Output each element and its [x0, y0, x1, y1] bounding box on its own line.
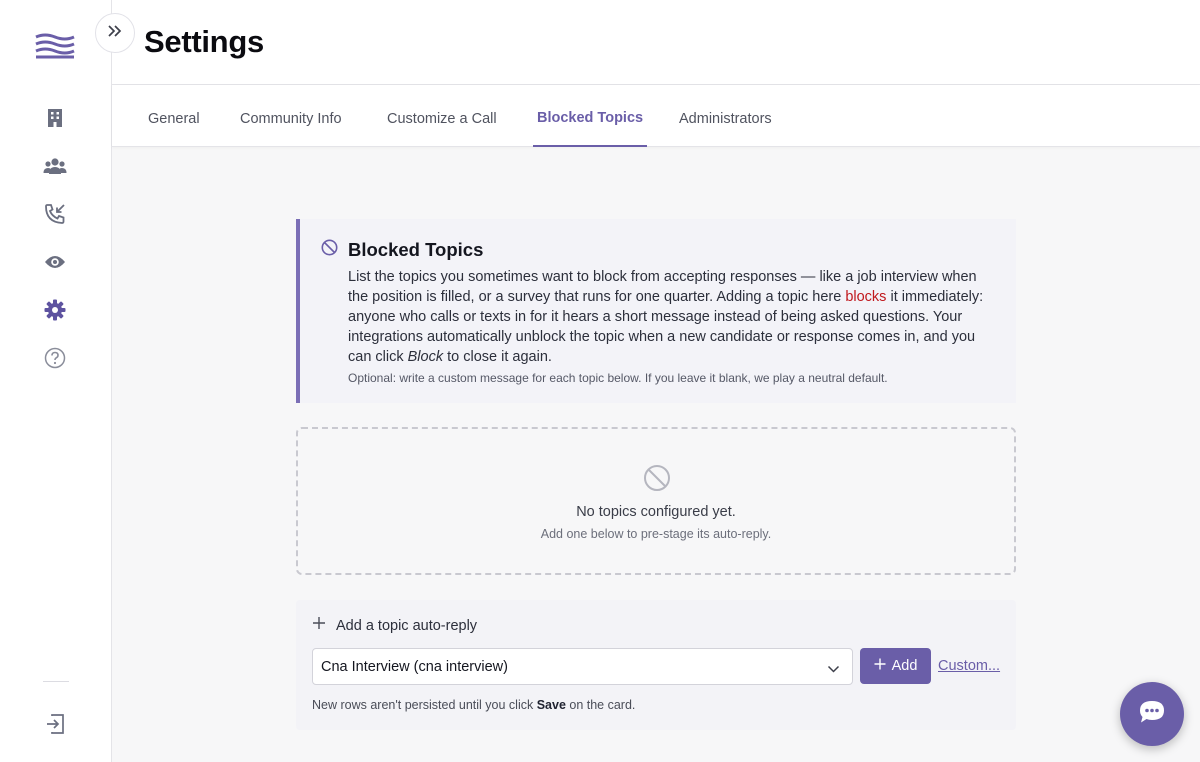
tab-administrators[interactable]: Administrators — [675, 85, 776, 147]
topic-select[interactable]: Cna Interview (cna interview) — [312, 648, 853, 685]
empty-subtitle: Add one below to pre-stage its auto-repl… — [540, 527, 772, 541]
add-topic-button[interactable]: Add — [860, 648, 931, 684]
chevrons-right-icon — [107, 24, 123, 43]
note-save-word: Save — [536, 698, 566, 712]
sidebar — [0, 0, 112, 762]
chat-bubble-icon — [1138, 699, 1166, 730]
blocked-topics-info-card: Blocked Topics List the topics you somet… — [296, 219, 1016, 403]
tab-customize-call[interactable]: Customize a Call — [383, 85, 501, 147]
plus-icon — [312, 616, 326, 635]
plus-icon — [874, 658, 886, 674]
logout-icon — [44, 713, 66, 740]
phone-incoming-icon — [44, 203, 66, 230]
persist-note: New rows aren't persisted until you clic… — [312, 698, 635, 712]
chevron-down-icon — [827, 661, 840, 679]
sidebar-item-monitor[interactable] — [43, 252, 67, 276]
add-topic-card: Add a topic auto-reply Cna Interview (cn… — [296, 600, 1016, 730]
eye-icon — [44, 254, 66, 275]
info-optional-note: Optional: write a custom message for eac… — [348, 371, 888, 385]
sidebar-item-users[interactable] — [43, 156, 67, 180]
empty-topics-state: No topics configured yet. Add one below … — [296, 427, 1016, 575]
settings-tabs: General Community Info Customize a Call … — [112, 85, 1200, 147]
add-topic-toggle[interactable]: Add a topic auto-reply — [312, 616, 477, 635]
sidebar-divider — [43, 681, 69, 682]
info-title: Blocked Topics — [348, 239, 484, 260]
blocked-icon — [321, 239, 338, 256]
add-button-label: Add — [891, 658, 918, 674]
info-italic: Block — [407, 349, 444, 365]
sidebar-item-logout[interactable] — [43, 713, 67, 740]
sidebar-item-calls[interactable] — [43, 203, 67, 230]
expand-sidebar-button[interactable] — [95, 13, 135, 53]
tab-blocked-topics[interactable]: Blocked Topics — [533, 85, 648, 147]
info-text-part: to close it again. — [443, 349, 552, 365]
page-title: Settings — [144, 24, 264, 59]
sidebar-item-help[interactable] — [43, 347, 67, 374]
note-text-part: New rows aren't persisted until you clic… — [312, 698, 537, 712]
page-header: Settings — [112, 0, 1200, 85]
sidebar-item-settings[interactable] — [43, 299, 67, 326]
help-icon — [44, 347, 66, 374]
custom-topic-link[interactable]: Custom... — [938, 658, 1000, 674]
gear-icon — [44, 299, 66, 326]
note-text-part: on the card. — [565, 698, 636, 712]
info-description: List the topics you sometimes want to bl… — [348, 267, 996, 367]
blocked-icon — [643, 464, 671, 492]
building-icon — [46, 108, 64, 133]
add-topic-label: Add a topic auto-reply — [336, 617, 478, 634]
users-icon — [43, 156, 67, 181]
empty-title: No topics configured yet. — [576, 504, 736, 520]
sidebar-item-building[interactable] — [43, 108, 67, 132]
tab-general[interactable]: General — [144, 85, 204, 147]
info-highlight: blocks — [845, 289, 887, 305]
tab-community-info[interactable]: Community Info — [236, 85, 346, 147]
logo-icon[interactable] — [35, 33, 75, 59]
topic-select-value: Cna Interview (cna interview) — [321, 659, 508, 675]
chat-widget-button[interactable] — [1120, 682, 1184, 746]
